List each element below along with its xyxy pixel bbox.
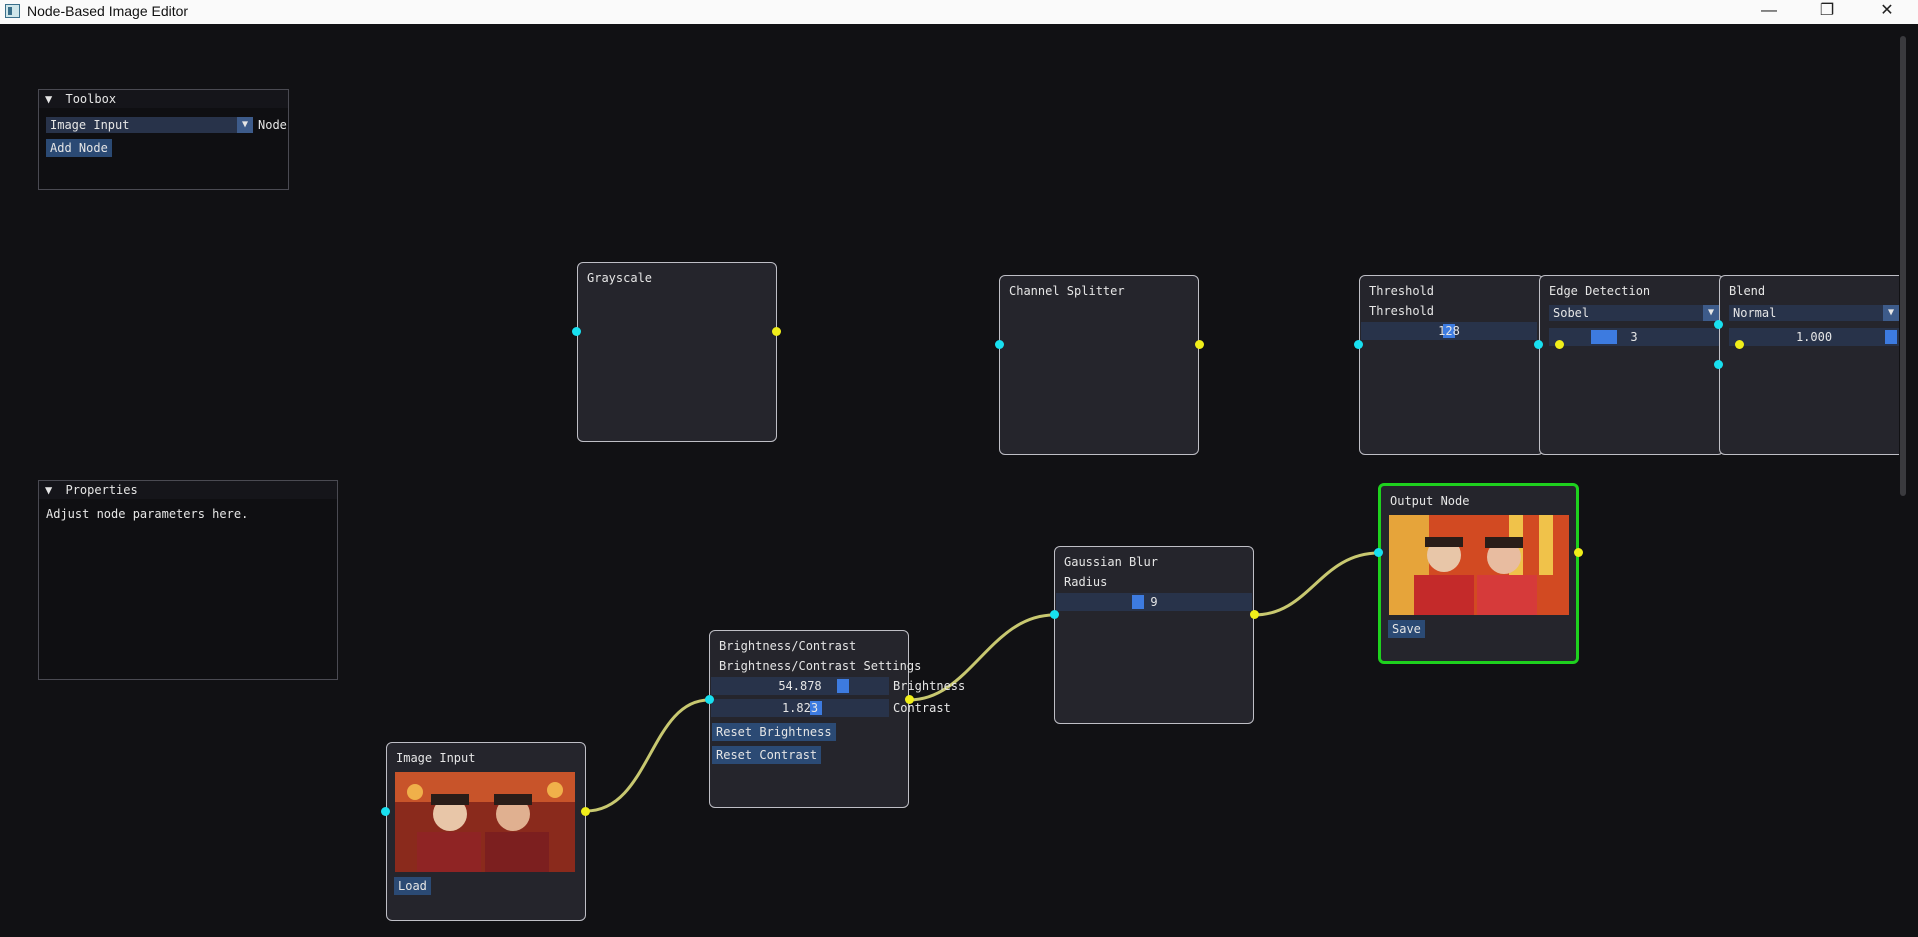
edge-detection-input-pin[interactable]: [1534, 340, 1543, 349]
properties-panel: ▼ Properties Adjust node parameters here…: [38, 480, 338, 680]
blend-input-pin-b[interactable]: [1714, 360, 1723, 369]
node-brightness-contrast[interactable]: Brightness/Contrast Brightness/Contrast …: [709, 630, 965, 808]
output-input-pin[interactable]: [1374, 548, 1383, 557]
toolbox-panel: ▼ Toolbox Image Input ▼ Node Add Node: [38, 89, 289, 190]
collapse-arrow-icon: ▼: [45, 483, 53, 497]
slider-grab[interactable]: [1132, 595, 1144, 609]
slider-grab[interactable]: [837, 679, 849, 693]
output-preview-picture: [1389, 515, 1569, 615]
channel-splitter-output-pin[interactable]: [1195, 340, 1204, 349]
blur-radius-label: Radius: [1064, 575, 1108, 589]
collapse-arrow-icon: ▼: [45, 92, 53, 106]
brightness-label: Brightness: [893, 679, 966, 693]
slider-grab[interactable]: [1885, 330, 1897, 344]
node-type-value: Image Input: [50, 118, 130, 132]
node-title: Edge Detection: [1549, 284, 1651, 298]
link-blur-to-output: [1253, 551, 1380, 617]
bc-output-pin[interactable]: [905, 695, 914, 704]
node-grayscale[interactable]: Grayscale: [577, 262, 777, 442]
slider-grab[interactable]: [1591, 330, 1617, 344]
load-button[interactable]: Load: [394, 877, 431, 895]
bc-settings-label: Brightness/Contrast Settings: [719, 659, 922, 673]
channel-splitter-input-pin[interactable]: [995, 340, 1004, 349]
node-edge-detection[interactable]: Edge Detection Sobel ▼ 3: [1539, 275, 1724, 455]
properties-hint: Adjust node parameters here.: [46, 507, 249, 521]
node-output[interactable]: Output Node Save: [1378, 483, 1579, 664]
blend-opacity-value: 1.000: [1795, 330, 1833, 344]
node-image-input[interactable]: Image Input Load: [386, 742, 586, 921]
blend-mode-dropdown[interactable]: Normal ▼: [1729, 305, 1899, 321]
blend-mode-value: Normal: [1733, 306, 1777, 320]
threshold-param-label: Threshold: [1369, 304, 1435, 318]
brightness-value: 54.878: [778, 679, 822, 693]
dropdown-arrow-icon: ▼: [1703, 305, 1719, 321]
blend-input-pin-a[interactable]: [1714, 320, 1723, 329]
blur-input-pin[interactable]: [1050, 610, 1059, 619]
node-gaussian-blur[interactable]: Gaussian Blur Radius 9: [1054, 546, 1254, 724]
input-preview-picture: [395, 772, 575, 872]
node-title: Blend: [1729, 284, 1766, 298]
blur-radius-value: 9: [1150, 595, 1158, 609]
blur-radius-slider[interactable]: 9: [1056, 593, 1252, 611]
save-button[interactable]: Save: [1388, 620, 1425, 638]
node-title: Brightness/Contrast: [719, 639, 857, 653]
node-threshold[interactable]: Threshold Threshold 128: [1359, 275, 1544, 455]
contrast-value: 1.823: [781, 701, 819, 715]
dropdown-arrow-icon: ▼: [237, 117, 253, 133]
image-input-output-pin[interactable]: [581, 807, 590, 816]
contrast-label: Contrast: [893, 701, 951, 715]
edge-method-dropdown[interactable]: Sobel ▼: [1549, 305, 1719, 321]
node-title: Gaussian Blur: [1064, 555, 1158, 569]
brightness-slider[interactable]: 54.878: [711, 677, 889, 695]
reset-brightness-button[interactable]: Reset Brightness: [712, 723, 836, 741]
properties-header[interactable]: ▼ Properties: [39, 481, 337, 499]
blend-output-pin[interactable]: [1735, 340, 1744, 349]
node-type-label: Node: [258, 118, 287, 132]
input-preview-image: [395, 772, 575, 872]
threshold-input-pin[interactable]: [1354, 340, 1363, 349]
threshold-value: 128: [1438, 324, 1460, 338]
dropdown-arrow-icon: ▼: [1883, 305, 1899, 321]
node-type-dropdown[interactable]: Image Input ▼: [46, 117, 253, 133]
bc-input-pin[interactable]: [705, 695, 714, 704]
reset-contrast-button[interactable]: Reset Contrast: [712, 746, 822, 764]
node-title: Channel Splitter: [1009, 284, 1125, 298]
edge-kernel-slider[interactable]: 3: [1549, 328, 1719, 346]
grayscale-input-pin[interactable]: [572, 327, 581, 336]
blend-opacity-slider[interactable]: 1.000: [1729, 328, 1899, 346]
toolbox-header[interactable]: ▼ Toolbox: [39, 90, 288, 108]
contrast-slider[interactable]: 1.823: [711, 699, 889, 717]
add-node-button[interactable]: Add Node: [46, 139, 112, 157]
properties-title: Properties: [65, 483, 138, 497]
node-blend[interactable]: Blend Normal ▼ 1.000: [1719, 275, 1899, 455]
output-output-pin[interactable]: [1574, 548, 1583, 557]
node-title: Threshold: [1369, 284, 1435, 298]
node-title: Output Node: [1390, 494, 1470, 508]
output-preview-image: [1389, 515, 1569, 615]
threshold-slider[interactable]: 128: [1361, 322, 1537, 340]
edge-kernel-value: 3: [1630, 330, 1638, 344]
edge-method-value: Sobel: [1553, 306, 1590, 320]
edge-detection-output-pin[interactable]: [1555, 340, 1564, 349]
link-image-to-brightness: [585, 698, 710, 813]
toolbox-title: Toolbox: [65, 92, 117, 106]
node-channel-splitter[interactable]: Channel Splitter: [999, 275, 1199, 455]
node-title: Image Input: [396, 751, 476, 765]
image-input-input-pin[interactable]: [381, 807, 390, 816]
grayscale-output-pin[interactable]: [772, 327, 781, 336]
node-title: Grayscale: [587, 271, 653, 285]
blur-output-pin[interactable]: [1250, 610, 1259, 619]
